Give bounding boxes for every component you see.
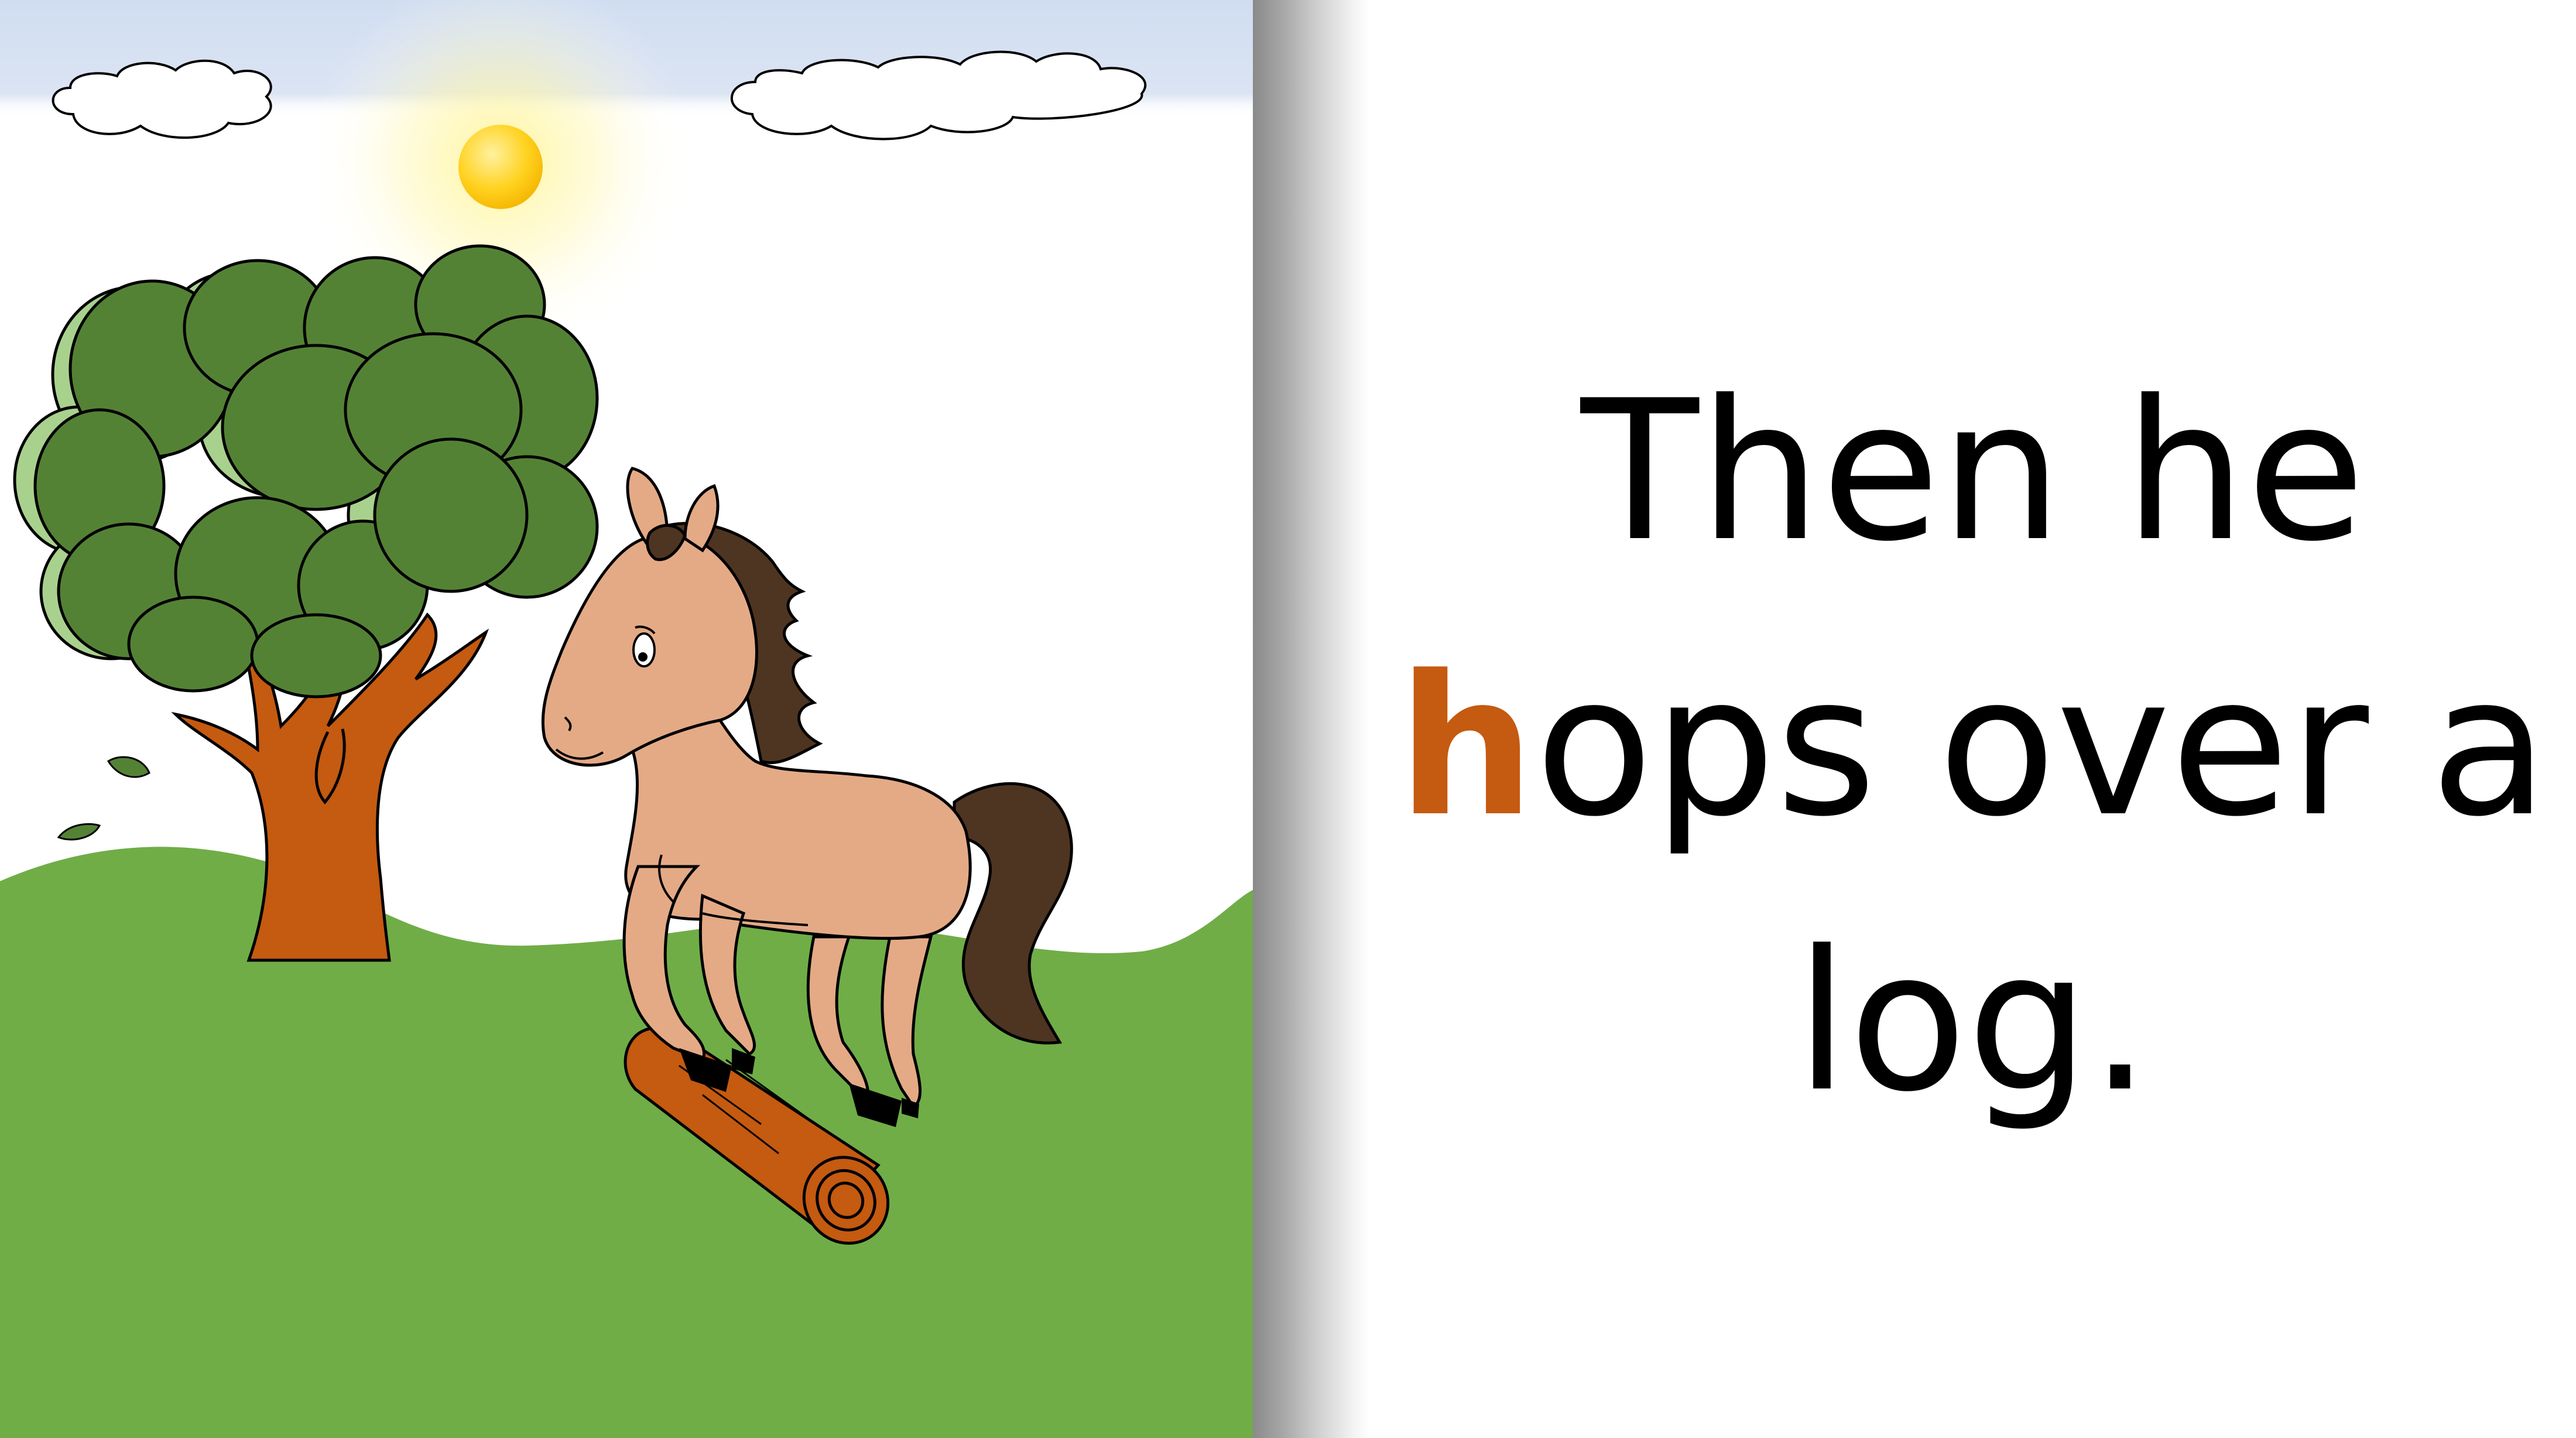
story-line-3: log. <box>1795 909 2151 1134</box>
story-text: Then he hops over a log. <box>1393 334 2553 1159</box>
falling-leaf <box>57 823 101 841</box>
story-line-1: Then he <box>1581 359 2365 584</box>
tree-foliage <box>13 244 599 699</box>
book-gutter <box>1253 0 1370 1438</box>
story-line-2-rest: ops over a <box>1534 634 2549 859</box>
illustration-page <box>0 0 1253 1438</box>
story-line-2: hops over a <box>1393 609 2553 884</box>
scene-illustration <box>0 0 1253 1438</box>
falling-leaf <box>107 756 150 778</box>
sun <box>458 125 543 209</box>
highlighted-letter: h <box>1397 634 1535 859</box>
text-page: Then he hops over a log. <box>1370 0 2576 1438</box>
horse-pupil <box>638 652 648 662</box>
